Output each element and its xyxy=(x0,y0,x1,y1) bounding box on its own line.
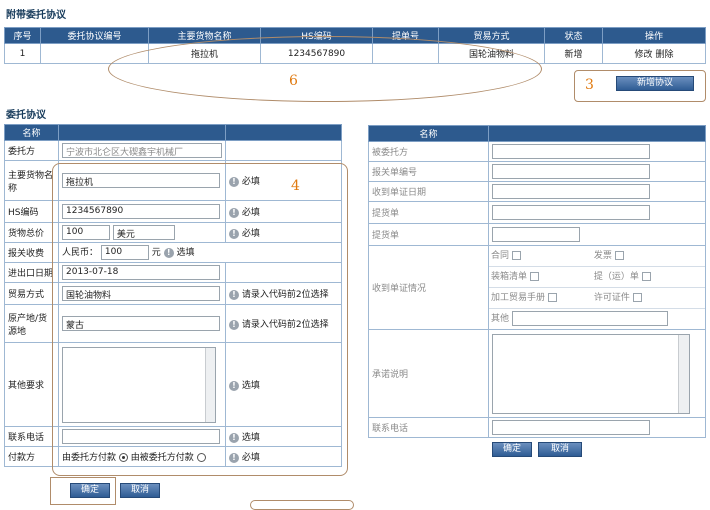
doc-contract-checkbox[interactable] xyxy=(511,251,521,260)
label-date: 进出口日期 xyxy=(4,262,59,283)
doc-license-checkbox[interactable] xyxy=(632,293,642,302)
col-header-no: 序号 xyxy=(4,27,41,44)
col-header-action: 操作 xyxy=(602,27,706,44)
label-goods: 主要货物名称 xyxy=(4,160,59,201)
cell-actions: 修改 删除 xyxy=(602,43,706,64)
bill-input[interactable] xyxy=(492,205,650,220)
right-confirm-button[interactable]: 确定 xyxy=(492,442,532,457)
doc-handbook-label: 加工贸易手册 xyxy=(491,293,546,303)
label-total: 货物总价 xyxy=(4,222,59,243)
label-entrusted: 被委托方 xyxy=(368,141,489,162)
col-header-status: 状态 xyxy=(544,27,603,44)
right-row-docs: 收到单证情况 合同 发票 装箱清单 提（运）单 加工贸易手册 许可证件 其他 xyxy=(368,245,706,330)
edit-link[interactable]: 修改 xyxy=(635,50,653,60)
cell-no: 1 xyxy=(4,43,41,64)
cancel-button[interactable]: 取消 xyxy=(120,483,160,498)
decl-no-input[interactable] xyxy=(492,164,650,179)
delete-link[interactable]: 删除 xyxy=(655,50,673,60)
col-header-agreement-no: 委托协议编号 xyxy=(40,27,149,44)
doc-packing-checkbox[interactable] xyxy=(529,272,539,281)
label-trade: 贸易方式 xyxy=(4,282,59,305)
form-header-name: 名称 xyxy=(4,124,59,141)
annotation-label-4: 4 xyxy=(291,178,300,194)
doc-handbook-checkbox[interactable] xyxy=(547,293,557,302)
attached-section-title: 附带委托协议 xyxy=(6,10,66,21)
recv-date-input[interactable] xyxy=(492,184,650,199)
label-docs: 收到单证情况 xyxy=(368,245,489,330)
right-row-bill: 提货单 xyxy=(368,201,706,224)
entrust-section-title: 委托协议 xyxy=(6,110,46,121)
annotation-box-4 xyxy=(52,163,348,476)
annotation-label-3: 3 xyxy=(585,77,594,93)
label-recv-date: 收到单证日期 xyxy=(368,181,489,202)
label-bill: 提货单 xyxy=(368,201,489,224)
right-row-recv-date: 收到单证日期 xyxy=(368,181,706,202)
textarea-scrollbar[interactable] xyxy=(678,334,689,413)
label-payer: 付款方 xyxy=(4,446,59,467)
label-origin: 原产地/货源地 xyxy=(4,304,59,343)
label-decl-no: 报关单编号 xyxy=(368,161,489,182)
doc-lading-label: 提（运）单 xyxy=(593,272,639,282)
doc-other-input[interactable] xyxy=(511,311,668,326)
annotation-label-6: 6 xyxy=(289,73,298,89)
add-agreement-button[interactable]: 新增协议 xyxy=(616,76,694,91)
bill2-input[interactable] xyxy=(492,227,580,242)
label-right-phone: 联系电话 xyxy=(368,417,489,438)
doc-invoice-label: 发票 xyxy=(593,251,612,261)
label-promise: 承诺说明 xyxy=(368,329,489,418)
right-header-name: 名称 xyxy=(368,125,489,142)
promise-textarea[interactable] xyxy=(492,333,690,414)
label-hs: HS编码 xyxy=(4,200,59,223)
doc-other-label: 其他 xyxy=(491,314,510,324)
cell-status: 新增 xyxy=(544,43,603,64)
col-header-trade: 贸易方式 xyxy=(438,27,545,44)
label-fee: 报关收费 xyxy=(4,242,59,263)
right-row-promise: 承诺说明 xyxy=(368,329,706,418)
label-bill2: 提货单 xyxy=(368,223,489,246)
right-row-entrusted: 被委托方 xyxy=(368,141,706,162)
right-phone-input[interactable] xyxy=(492,420,650,435)
right-row-phone: 联系电话 xyxy=(368,417,706,438)
annotation-ellipse-bottom xyxy=(250,500,354,510)
label-client: 委托方 xyxy=(4,140,59,161)
form-row-client: 委托方 宁波市北仑区大碶鑫宇机械厂 xyxy=(4,140,342,161)
label-phone: 联系电话 xyxy=(4,426,59,447)
annotation-ellipse-6 xyxy=(108,36,542,102)
doc-packing-label: 装箱清单 xyxy=(491,272,528,282)
entrusted-input[interactable] xyxy=(492,144,650,159)
doc-invoice-checkbox[interactable] xyxy=(614,251,624,260)
entrusted-form-table: 名称 被委托方 报关单编号 收到单证日期 提货单 提货单 收到单证情况 合同 发… xyxy=(368,125,706,438)
doc-contract-label: 合同 xyxy=(491,251,510,261)
doc-license-label: 许可证件 xyxy=(593,293,630,303)
right-row-bill2: 提货单 xyxy=(368,223,706,246)
doc-lading-checkbox[interactable] xyxy=(641,272,651,281)
right-cancel-button[interactable]: 取消 xyxy=(538,442,582,457)
confirm-button[interactable]: 确定 xyxy=(70,483,110,498)
client-field[interactable]: 宁波市北仑区大碶鑫宇机械厂 xyxy=(62,143,222,158)
right-row-decl: 报关单编号 xyxy=(368,161,706,182)
label-other: 其他要求 xyxy=(4,342,59,427)
